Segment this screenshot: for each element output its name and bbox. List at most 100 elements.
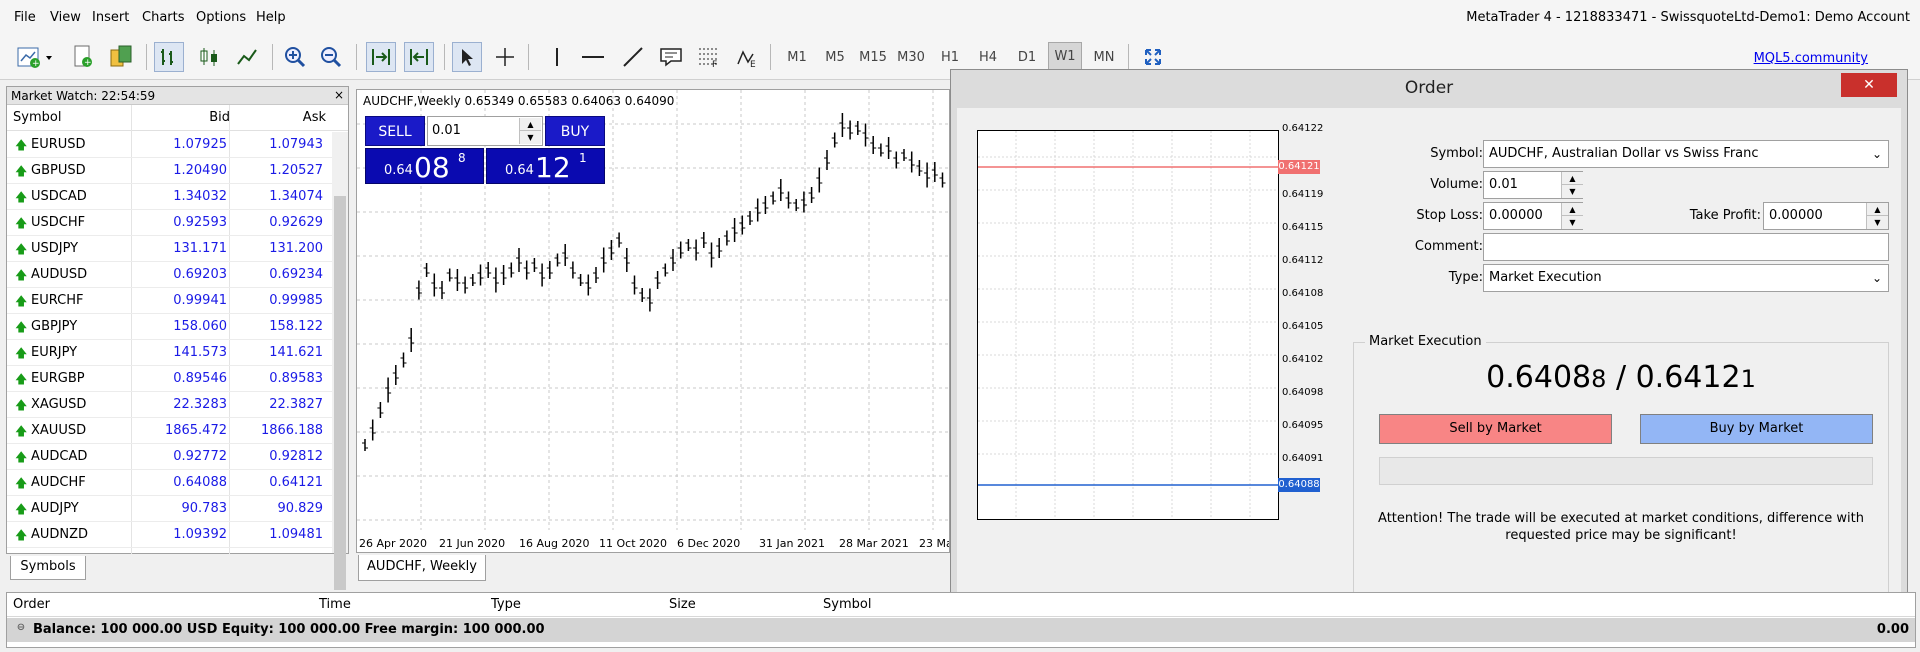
ohlc-bar: [839, 113, 846, 137]
timeframe-d1[interactable]: D1: [1010, 50, 1044, 65]
volume-spinner[interactable]: ▲ ▼: [1561, 172, 1583, 198]
up-arrow-icon: 🡅: [15, 164, 28, 178]
zoom-in-icon[interactable]: [280, 42, 310, 72]
menu-insert[interactable]: Insert: [92, 10, 129, 25]
vertical-line-icon[interactable]: [542, 42, 572, 72]
one-click-sell-price[interactable]: 0.64 08 8: [365, 148, 484, 184]
price-chart[interactable]: AUDCHF,Weekly 0.65349 0.65583 0.64063 0.…: [356, 89, 950, 553]
cursor-icon[interactable]: [452, 42, 482, 72]
svg-text:+: +: [84, 58, 92, 68]
ohlc-bar: [939, 172, 946, 188]
col-type[interactable]: Type: [491, 597, 521, 612]
col-symbol[interactable]: Symbol: [823, 597, 871, 612]
stop-loss-spinner[interactable]: ▲ ▼: [1561, 203, 1583, 229]
list-item[interactable]: 🡅 GBPJPY 158.060 158.122: [7, 314, 345, 340]
fullscreen-icon[interactable]: [1138, 42, 1168, 72]
sell-by-market-button[interactable]: Sell by Market: [1379, 414, 1612, 444]
list-item[interactable]: 🡅 AUDCAD 0.92772 0.92812: [7, 444, 345, 470]
ask-price: 1.34074: [269, 189, 323, 204]
list-item[interactable]: 🡅 EURUSD 1.07925 1.07943: [7, 132, 345, 158]
horizontal-line-icon[interactable]: [578, 42, 608, 72]
text-label-icon[interactable]: [656, 42, 686, 72]
candlestick-icon[interactable]: [194, 42, 224, 72]
take-profit-spinner[interactable]: ▲ ▼: [1866, 203, 1888, 229]
close-icon[interactable]: ✕: [1841, 73, 1897, 97]
line-chart-icon[interactable]: [232, 42, 262, 72]
list-item[interactable]: 🡅 USDJPY 131.171 131.200: [7, 236, 345, 262]
ask-price: 0.92629: [269, 215, 323, 230]
crosshair-icon[interactable]: [490, 42, 520, 72]
menu-file[interactable]: File: [14, 10, 36, 25]
chart-shift-icon[interactable]: [404, 42, 434, 72]
ask-price: 141.621: [269, 345, 323, 360]
list-item[interactable]: 🡅 USDCAD 1.34032 1.34074: [7, 184, 345, 210]
chevron-down-icon: ⌄: [1871, 271, 1882, 285]
order-type-select[interactable]: Market Execution ⌄: [1483, 264, 1889, 292]
timeframe-mn[interactable]: MN: [1087, 50, 1121, 65]
market-watch-close-icon[interactable]: ×: [334, 88, 344, 102]
list-item[interactable]: 🡅 EURJPY 141.573 141.621: [7, 340, 345, 366]
col-size[interactable]: Size: [669, 597, 696, 612]
bid-price: 0.69203: [173, 267, 227, 282]
list-item[interactable]: 🡅 AUDCHF 0.64088 0.64121: [7, 470, 345, 496]
fibonacci-icon[interactable]: F: [694, 42, 724, 72]
ask-price: 0.92812: [269, 449, 323, 464]
one-click-buy-button[interactable]: BUY: [545, 116, 605, 146]
bar-chart-icon[interactable]: [154, 42, 184, 72]
price-level: 0.64108: [1282, 288, 1324, 299]
col-time[interactable]: Time: [319, 597, 351, 612]
menu-view[interactable]: View: [50, 10, 81, 25]
symbols-tab[interactable]: Symbols: [10, 556, 86, 580]
auto-scroll-icon[interactable]: [366, 42, 396, 72]
new-profile-icon[interactable]: +: [68, 42, 98, 72]
menu-options[interactable]: Options: [196, 10, 246, 25]
one-click-sell-button[interactable]: SELL: [365, 116, 425, 146]
one-click-buy-price[interactable]: 0.64 12 1: [486, 148, 605, 184]
chart-tab-audchf-weekly[interactable]: AUDCHF, Weekly: [358, 555, 486, 581]
market-watch-icon[interactable]: [106, 42, 136, 72]
timeframe-m30[interactable]: M30: [894, 50, 928, 65]
trendline-icon[interactable]: [618, 42, 648, 72]
ohlc-bar: [608, 240, 615, 260]
header-ask[interactable]: Ask: [303, 110, 326, 125]
zoom-out-icon[interactable]: [316, 42, 346, 72]
list-item[interactable]: 🡅 XAUUSD 1865.472 1866.188: [7, 418, 345, 444]
timeframe-h1[interactable]: H1: [933, 50, 967, 65]
collapse-icon[interactable]: ⊖: [15, 623, 27, 635]
symbol-select[interactable]: AUDCHF, Australian Dollar vs Swiss Franc…: [1483, 140, 1889, 168]
bid-price: 1.20490: [173, 163, 227, 178]
market-watch-scrollbar[interactable]: [332, 132, 348, 590]
ohlc-bar: [924, 162, 931, 188]
lot-spinner[interactable]: ▲ ▼: [519, 118, 541, 144]
buy-by-market-button[interactable]: Buy by Market: [1640, 414, 1873, 444]
header-symbol[interactable]: Symbol: [13, 110, 61, 125]
mql5-community-link[interactable]: MQL5.community: [1754, 51, 1868, 66]
list-item[interactable]: 🡅 AUDUSD 0.69203 0.69234: [7, 262, 345, 288]
header-bid[interactable]: Bid: [209, 110, 230, 125]
timeframe-m15[interactable]: M15: [856, 50, 890, 65]
list-item[interactable]: 🡅 EURCHF 0.99941 0.99985: [7, 288, 345, 314]
comment-input[interactable]: [1483, 233, 1889, 261]
col-order[interactable]: Order: [13, 597, 50, 612]
timeframe-m1[interactable]: M1: [780, 50, 814, 65]
list-item[interactable]: 🡅 USDCHF 0.92593 0.92629: [7, 210, 345, 236]
timeframe-h4[interactable]: H4: [971, 50, 1005, 65]
ohlc-bar: [508, 262, 515, 278]
price-level: 0.64098: [1282, 387, 1324, 398]
timeframe-m5[interactable]: M5: [818, 50, 852, 65]
list-item[interactable]: 🡅 EURGBP 0.89546 0.89583: [7, 366, 345, 392]
list-item[interactable]: 🡅 AUDNZD 1.09392 1.09481: [7, 522, 345, 548]
timeframe-w1[interactable]: W1: [1048, 42, 1082, 72]
scrollbar-thumb[interactable]: [334, 196, 346, 590]
list-item[interactable]: 🡅 GBPUSD 1.20490 1.20527: [7, 158, 345, 184]
market-watch-header: Symbol Bid Ask: [7, 105, 348, 131]
menu-help[interactable]: Help: [256, 10, 286, 25]
ohlc-bar: [408, 328, 415, 352]
menu-charts[interactable]: Charts: [142, 10, 185, 25]
ohlc-bar: [400, 352, 407, 368]
list-item[interactable]: 🡅 AUDJPY 90.783 90.829: [7, 496, 345, 522]
symbol-name: USDCHF: [31, 215, 86, 230]
elliott-icon[interactable]: E: [732, 42, 762, 72]
list-item[interactable]: 🡅 XAGUSD 22.3283 22.3827: [7, 392, 345, 418]
new-chart-icon[interactable]: +: [12, 42, 58, 72]
